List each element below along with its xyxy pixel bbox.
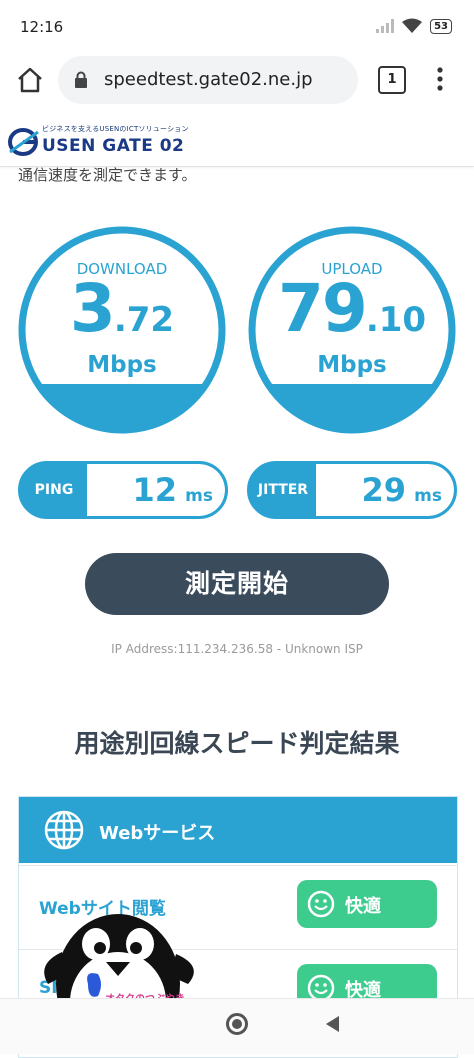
jitter-unit: ms xyxy=(414,486,442,506)
start-test-button[interactable]: 測定開始 xyxy=(85,553,389,615)
panel-header: Webサービス xyxy=(19,797,457,863)
download-gauge: DOWNLOAD 3.72 Mbps xyxy=(16,224,228,436)
site-header: ビジネスを支えるUSENのICTソリューション USEN GATE 02 xyxy=(0,110,474,167)
panel-title: Webサービス xyxy=(99,823,216,844)
judge-badge: 快適 xyxy=(297,880,437,928)
browser-toolbar: speedtest.gate02.ne.jp 1 xyxy=(0,52,474,108)
tab-switcher-button[interactable]: 1 xyxy=(378,66,406,94)
jitter-value: 29 xyxy=(361,471,406,509)
home-icon[interactable] xyxy=(14,64,46,96)
results-title: 用途別回線スピード判定結果 xyxy=(74,729,400,758)
jitter-label: JITTER xyxy=(257,482,309,498)
ping-label: PING xyxy=(34,482,74,498)
jitter-value-box: 29 ms xyxy=(316,464,454,516)
download-value: 3.72 xyxy=(16,276,228,342)
nav-back-icon[interactable] xyxy=(326,1016,339,1032)
lock-icon xyxy=(75,71,87,88)
upload-gauge: UPLOAD 79.10 Mbps xyxy=(246,224,458,436)
logo-name: USEN GATE 02 xyxy=(42,136,185,156)
status-time: 12:16 xyxy=(20,18,64,36)
wifi-icon xyxy=(402,18,423,33)
url-text[interactable]: speedtest.gate02.ne.jp xyxy=(104,69,313,90)
ping-value-box: 12 ms xyxy=(87,464,225,516)
judge-text: 快適 xyxy=(345,896,381,917)
logo-tagline: ビジネスを支えるUSENのICTソリューション xyxy=(42,125,189,133)
smile-icon xyxy=(307,890,335,918)
battery-icon: 53 xyxy=(430,18,452,34)
logo-mark-icon xyxy=(8,128,39,156)
ping-value: 12 xyxy=(132,471,177,509)
download-int: 3 xyxy=(69,270,116,347)
ip-address-info: IP Address:111.234.236.58 - Unknown ISP xyxy=(111,642,363,656)
status-bar: 12:16 53 xyxy=(0,0,474,52)
navigation-bar xyxy=(0,998,474,1054)
globe-icon xyxy=(44,810,84,850)
address-bar[interactable]: speedtest.gate02.ne.jp xyxy=(58,56,358,104)
download-dec: .72 xyxy=(113,300,175,340)
usen-gate02-logo[interactable]: ビジネスを支えるUSENのICTソリューション USEN GATE 02 xyxy=(8,120,208,164)
upload-value: 79.10 xyxy=(246,276,458,342)
status-icons: 53 xyxy=(376,16,452,36)
jitter-metric: JITTER 29 ms xyxy=(247,461,457,519)
upload-unit: Mbps xyxy=(317,352,387,378)
signal-icon xyxy=(376,19,395,33)
ping-unit: ms xyxy=(185,486,213,506)
download-unit: Mbps xyxy=(87,352,157,378)
ping-metric: PING 12 ms xyxy=(18,461,228,519)
intro-text: 通信速度を測定できます。 xyxy=(18,166,197,184)
nav-home-icon[interactable] xyxy=(226,1013,248,1035)
upload-int: 79 xyxy=(277,270,368,347)
more-menu-icon[interactable] xyxy=(432,64,448,94)
upload-dec: .10 xyxy=(365,300,427,340)
